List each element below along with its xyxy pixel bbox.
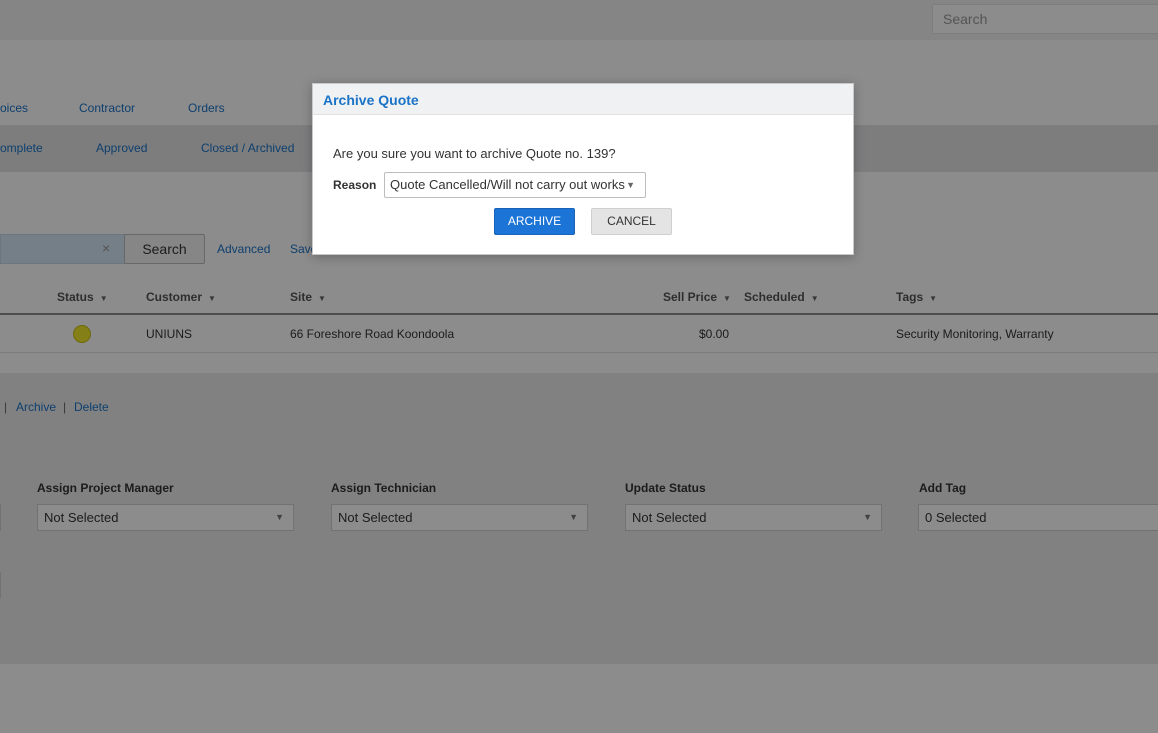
archive-button[interactable]: ARCHIVE bbox=[494, 208, 575, 235]
caret-down-icon: ▼ bbox=[626, 180, 635, 190]
reason-label: Reason bbox=[333, 178, 377, 192]
dialog-title: Archive Quote bbox=[323, 92, 419, 108]
reason-select[interactable]: Quote Cancelled/Will not carry out works… bbox=[384, 172, 646, 198]
cancel-button[interactable]: CANCEL bbox=[591, 208, 672, 235]
dialog-header: Archive Quote bbox=[313, 84, 853, 115]
dialog-message: Are you sure you want to archive Quote n… bbox=[333, 146, 616, 161]
archive-quote-dialog: Archive Quote Are you sure you want to a… bbox=[312, 83, 854, 255]
